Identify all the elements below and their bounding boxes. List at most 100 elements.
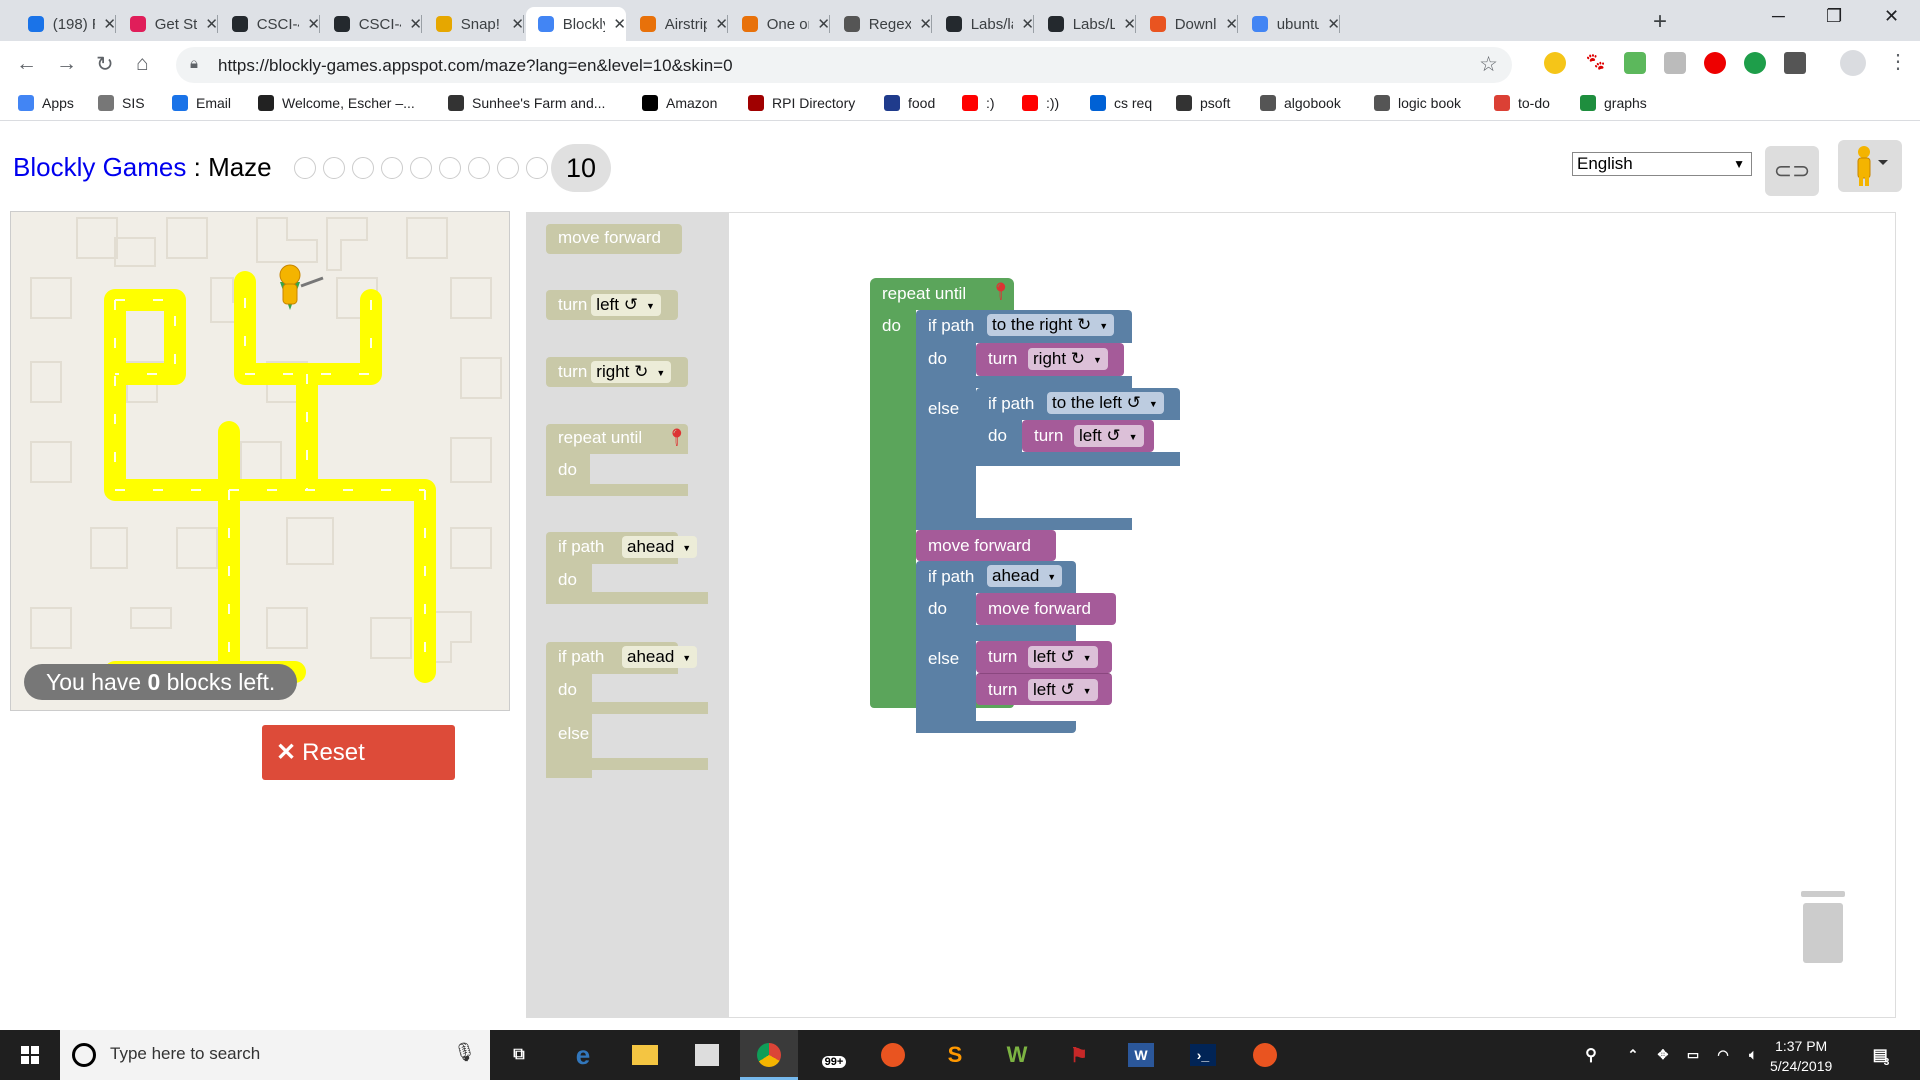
taskbar-clock[interactable]: 1:37 PM 5/24/2019 (1770, 1036, 1832, 1076)
toolbox-turn-right-block[interactable]: turn right ↻ ▼ (546, 357, 688, 387)
word-icon[interactable]: W (1126, 1040, 1156, 1070)
turn-right-block[interactable]: turn right ↻ ▼ (976, 343, 1124, 376)
close-window-icon[interactable]: ✕ (1884, 6, 1899, 27)
reset-button[interactable]: ✕ Reset (262, 725, 455, 780)
path-direction-dropdown[interactable]: to the right ↻ ▼ (987, 314, 1115, 336)
profile-avatar[interactable] (1840, 50, 1866, 76)
bookmark-item[interactable]: SIS (98, 95, 145, 111)
home-icon[interactable]: ⌂ (136, 52, 149, 76)
turn-left-block[interactable]: turn left ↺ ▼ (976, 673, 1112, 705)
notification-icon[interactable]: ▤ 3 (1866, 1040, 1896, 1070)
bookmark-item[interactable]: Amazon (642, 95, 717, 111)
link-button[interactable]: ⊂⊃ (1765, 146, 1819, 196)
file-explorer-icon[interactable] (630, 1040, 660, 1070)
money-extension-icon[interactable] (1624, 52, 1646, 74)
level-dot[interactable] (439, 157, 461, 179)
direction-dropdown[interactable]: left ↺ ▼ (1028, 646, 1098, 668)
trash-icon[interactable] (1793, 889, 1853, 969)
webstorm-icon[interactable]: W (1002, 1040, 1032, 1070)
ubuntu-icon[interactable] (1250, 1040, 1280, 1070)
bookmark-item[interactable]: algobook (1260, 95, 1341, 111)
turn-left-block[interactable]: turn left ↺ ▼ (976, 641, 1112, 673)
path-direction-dropdown[interactable]: to the left ↺ ▼ (1047, 392, 1164, 414)
microphone-icon[interactable]: 🎙︎ (453, 1042, 476, 1063)
bookmark-item[interactable]: food (884, 95, 935, 111)
app-icon[interactable]: ⚑ (1064, 1040, 1094, 1070)
address-bar[interactable]: 🔒︎ https://blockly-games.appspot.com/maz… (176, 47, 1512, 83)
browser-tab[interactable]: CSCI-4✕ (220, 7, 320, 41)
direction-dropdown[interactable]: left ↺ ▼ (1074, 425, 1144, 447)
level-dot[interactable] (526, 157, 548, 179)
bookmark-item[interactable]: :)) (1022, 95, 1059, 111)
chevron-up-icon[interactable]: ⌃ (1618, 1040, 1648, 1070)
bookmark-item[interactable]: Email (172, 95, 231, 111)
powershell-icon[interactable]: ›_ (1188, 1040, 1218, 1070)
level-dot[interactable] (381, 157, 403, 179)
bookmark-item[interactable]: psoft (1176, 95, 1230, 111)
cast-extension-icon[interactable] (1664, 52, 1686, 74)
browser-tab[interactable]: Blockly ✕ (526, 7, 626, 41)
browser-tab[interactable]: Airstrip ✕ (628, 7, 728, 41)
start-button[interactable] (0, 1030, 60, 1080)
path-direction-dropdown[interactable]: ahead ▼ (622, 646, 698, 668)
toolbox-move-forward-block[interactable]: move forward (546, 224, 682, 254)
edge-icon[interactable]: e (568, 1040, 598, 1070)
path-direction-dropdown[interactable]: ahead ▼ (622, 536, 698, 558)
bookmark-item[interactable]: RPI Directory (748, 95, 855, 111)
store-icon[interactable] (692, 1040, 722, 1070)
browser-tab[interactable]: Labs/la✕ (934, 7, 1034, 41)
forward-icon[interactable]: → (56, 52, 77, 76)
menu-kebab-icon[interactable]: ⋮ (1888, 49, 1908, 74)
battery-icon[interactable]: ▭ (1678, 1040, 1708, 1070)
blockly-workspace[interactable]: repeat until 📍︎ do if path to the right … (728, 212, 1896, 1018)
people-icon[interactable]: ⚲ (1576, 1040, 1606, 1070)
direction-dropdown[interactable]: right ↻ ▼ (1028, 348, 1108, 370)
browser-tab[interactable]: ubuntu ✕ (1240, 7, 1340, 41)
reload-icon[interactable]: ↻ (96, 52, 114, 77)
wifi-icon[interactable]: ◠ (1708, 1040, 1738, 1070)
move-forward-block[interactable]: move forward (976, 593, 1116, 625)
level-dot[interactable] (468, 157, 490, 179)
bookmark-item[interactable]: Welcome, Escher –... (258, 95, 415, 111)
browser-tab[interactable]: CSCI-4✕ (322, 7, 422, 41)
close-tab-icon[interactable]: ✕ (613, 15, 626, 33)
minimize-icon[interactable]: ─ (1772, 6, 1785, 27)
move-forward-block[interactable]: move forward (916, 530, 1056, 561)
grammarly-extension-icon[interactable] (1744, 52, 1766, 74)
path-direction-dropdown[interactable]: ahead ▼ (987, 565, 1063, 587)
direction-dropdown[interactable]: left ↺ ▼ (1028, 679, 1098, 701)
level-dot[interactable] (352, 157, 374, 179)
bookmark-item[interactable]: Apps (18, 95, 74, 111)
flipboard-extension-icon[interactable] (1784, 52, 1806, 74)
bookmark-item[interactable]: :) (962, 95, 995, 111)
paw-extension-icon[interactable]: 🐾︎ (1584, 52, 1607, 74)
current-level-badge[interactable]: 10 (551, 144, 611, 192)
bookmark-item[interactable]: to-do (1494, 95, 1550, 111)
language-select[interactable]: English ▼ (1572, 152, 1752, 176)
browser-tab[interactable]: (198) R✕ (16, 7, 116, 41)
ubuntu-icon[interactable] (878, 1040, 908, 1070)
chrome-icon[interactable] (754, 1040, 784, 1070)
new-tab-icon[interactable]: + (1653, 8, 1667, 36)
browser-tab[interactable]: Snap! | ✕ (424, 7, 524, 41)
toolbox-turn-left-block[interactable]: turn left ↺ ▼ (546, 290, 678, 320)
sublime-icon[interactable]: S (940, 1040, 970, 1070)
emoji-extension-icon[interactable] (1544, 52, 1566, 74)
turn-left-block[interactable]: turn left ↺ ▼ (1022, 420, 1154, 452)
pegman-skin-button[interactable] (1838, 140, 1902, 192)
dropbox-icon[interactable]: ✥ (1648, 1040, 1678, 1070)
browser-tab[interactable]: One or ✕ (730, 7, 830, 41)
level-dot[interactable] (410, 157, 432, 179)
mail-icon[interactable]: 99+ (814, 1040, 854, 1070)
level-dot[interactable] (294, 157, 316, 179)
bookmark-item[interactable]: Sunhee's Farm and... (448, 95, 605, 111)
back-icon[interactable]: ← (16, 52, 37, 76)
maximize-icon[interactable]: ❐ (1826, 6, 1842, 27)
bookmark-item[interactable]: logic book (1374, 95, 1461, 111)
blockly-games-link[interactable]: Blockly Games (13, 152, 186, 182)
taskbar-search[interactable]: Type here to search 🎙︎ (60, 1030, 490, 1080)
volume-icon[interactable]: 🔈︎ (1738, 1040, 1768, 1070)
browser-tab[interactable]: Get Sta✕ (118, 7, 218, 41)
direction-dropdown[interactable]: right ↻ ▼ (591, 361, 672, 383)
adblock-extension-icon[interactable] (1704, 52, 1726, 74)
